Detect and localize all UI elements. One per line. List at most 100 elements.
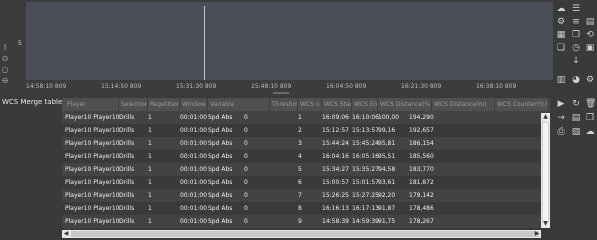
column-header[interactable]: WCS n <box>298 98 322 111</box>
table-row[interactable]: Player10 Player10 Drills 1 00:01:00 Spd Abs 0… <box>62 176 550 189</box>
table-cell: 6 <box>298 179 302 186</box>
circle-icon[interactable]: ○ <box>1 66 9 74</box>
table-cell: 1 <box>298 114 302 121</box>
document-icon[interactable]: ▤ <box>585 17 595 27</box>
timeline-chart[interactable] <box>26 2 553 80</box>
table-row[interactable]: Player10 Player10 Drills 1 00:01:00 Spd Abs 0… <box>62 111 550 124</box>
vertical-scroll-thumb[interactable] <box>542 122 549 222</box>
cloud-upload-icon[interactable]: ☁ <box>585 127 595 137</box>
column-header[interactable]: WCS Coun <box>549 98 550 111</box>
column-header[interactable]: Variable <box>208 98 270 111</box>
chart-icon[interactable]: ▥ <box>556 75 566 85</box>
column-header[interactable]: Window <box>180 98 208 111</box>
cloud-sync-icon[interactable]: ☁ <box>556 4 566 14</box>
table-row[interactable]: Player10 Player10 Drills 1 00:01:00 Spd Abs 0… <box>62 202 550 215</box>
table-cell: Player10 Player10 <box>65 179 120 186</box>
table-cell: Drills <box>119 127 135 134</box>
column-header[interactable]: WCS Counter(%) <box>495 98 549 111</box>
column-header[interactable]: Selection <box>119 98 148 111</box>
column-header[interactable]: Threshold <box>270 98 298 111</box>
table-row[interactable]: Player10 Player10 Drills 1 00:01:00 Spd Abs 0… <box>62 137 550 150</box>
table-cell: Drills <box>119 114 135 121</box>
table-cell: Drills <box>119 166 135 173</box>
table-row[interactable]: Player10 Player10 Drills 1 00:01:00 Spd Abs 0… <box>62 189 550 202</box>
horizontal-scroll-thumb[interactable] <box>71 231 539 237</box>
splitter-handle[interactable] <box>273 92 289 94</box>
table-cell: 93,61 <box>378 179 396 186</box>
table-cell: 95,81 <box>378 140 396 147</box>
export-icon[interactable]: ▧ <box>571 127 581 137</box>
column-header[interactable]: WCS End <box>352 98 378 111</box>
text-cursor-icon[interactable]: I <box>1 44 9 52</box>
column-header[interactable]: WCS Start <box>322 98 352 111</box>
palette-icon[interactable]: ◕ <box>571 75 581 85</box>
list-detail-icon[interactable]: ▦ <box>556 30 566 40</box>
scroll-up-icon[interactable]: ▲ <box>541 113 550 121</box>
table-cell: 15:00:57 <box>322 179 349 186</box>
table-cell: 1 <box>148 218 152 225</box>
wcs-merge-table[interactable]: Player Selection Repetition Window Variable T… <box>62 98 550 228</box>
horizontal-scrollbar[interactable]: ◀ ▶ <box>62 230 541 238</box>
target-icon[interactable]: ⊙ <box>1 55 9 63</box>
copy-alt-icon[interactable]: ❏ <box>556 43 566 53</box>
list-icon[interactable]: ☰ <box>571 4 581 14</box>
table-cell: 4 <box>298 153 302 160</box>
table-cell: 0 <box>244 166 248 173</box>
list-lines-icon[interactable]: ≡ <box>571 17 581 27</box>
scroll-down-icon[interactable]: ▼ <box>541 220 550 228</box>
table-cell: 00:01:00 <box>180 192 207 199</box>
settings-icon[interactable]: ⚙ <box>556 17 566 27</box>
copy-doc-icon[interactable]: ❐ <box>585 113 595 123</box>
column-header[interactable]: Player <box>65 98 119 111</box>
history-icon[interactable]: ⟲ <box>585 30 595 40</box>
trash-icon[interactable]: 🗑 <box>585 99 596 109</box>
scroll-right-icon[interactable]: ▶ <box>533 230 541 238</box>
document-list-icon[interactable]: ▤ <box>571 113 581 123</box>
table-cell: 0 <box>244 140 248 147</box>
table-cell: Spd Abs <box>208 218 233 225</box>
table-cell: 91,75 <box>378 218 396 225</box>
table-cell: Spd Abs <box>208 166 233 173</box>
table-row[interactable]: Player10 Player10 Drills 1 00:01:00 Spd Abs 0… <box>62 215 550 228</box>
table-cell: 100,00 <box>378 114 399 121</box>
table-row[interactable]: Player10 Player10 Drills 1 00:01:00 Spd Abs 0… <box>62 124 550 137</box>
table-cell: 0 <box>244 218 248 225</box>
table-row[interactable]: Player10 Player10 Drills 1 00:01:00 Spd Abs 0… <box>62 150 550 163</box>
table-cell: 5 <box>298 166 302 173</box>
scroll-left-icon[interactable]: ◀ <box>62 230 70 238</box>
table-cell: 15:01:57 <box>352 179 379 186</box>
table-cell: 16:17:13 <box>352 205 379 212</box>
table-cell: 185,560 <box>409 153 434 160</box>
table-cell: 9 <box>298 218 302 225</box>
vertical-scrollbar[interactable]: ▲ ▼ <box>541 113 550 228</box>
table-cell: 15:34:27 <box>322 166 349 173</box>
table-cell: Drills <box>119 153 135 160</box>
print-icon[interactable]: ⎙ <box>556 127 566 137</box>
column-header[interactable]: Repetition <box>148 98 180 111</box>
column-header[interactable]: WCS Distance(%) <box>378 98 432 111</box>
table-cell: 95,51 <box>378 153 396 160</box>
column-header[interactable]: WCS Distance(m) <box>432 98 495 111</box>
clock-icon[interactable]: ◷ <box>571 43 581 53</box>
copy-icon[interactable]: ❐ <box>571 30 581 40</box>
table-cell: 16:05:16 <box>352 153 379 160</box>
table-cell: 179,142 <box>409 192 434 199</box>
timeline-cursor[interactable] <box>204 6 205 80</box>
table-cell: 91,87 <box>378 205 396 212</box>
table-cell: Player10 Player10 <box>65 218 120 225</box>
arrow-right-icon[interactable]: → <box>556 113 566 123</box>
box-icon[interactable]: ▣ <box>585 43 595 53</box>
circle-icon[interactable]: ⊖ <box>1 77 9 85</box>
refresh-icon[interactable]: ↻ <box>571 99 581 109</box>
table-cell: 1 <box>148 205 152 212</box>
x-tick-label: 16:04:50 809 <box>326 83 367 90</box>
gear-icon[interactable]: ⚙ <box>585 75 595 85</box>
table-row[interactable]: Player10 Player10 Drills 1 00:01:00 Spd Abs 0… <box>62 163 550 176</box>
play-icon[interactable]: ▶ <box>556 99 566 109</box>
table-cell: 7 <box>298 192 302 199</box>
table-cell: Player10 Player10 <box>65 192 120 199</box>
table-cell: 0 <box>244 192 248 199</box>
table-cell: Player10 Player10 <box>65 205 120 212</box>
table-cell: Player10 Player10 <box>65 166 120 173</box>
arrow-down-icon[interactable]: ↓ <box>571 56 581 66</box>
